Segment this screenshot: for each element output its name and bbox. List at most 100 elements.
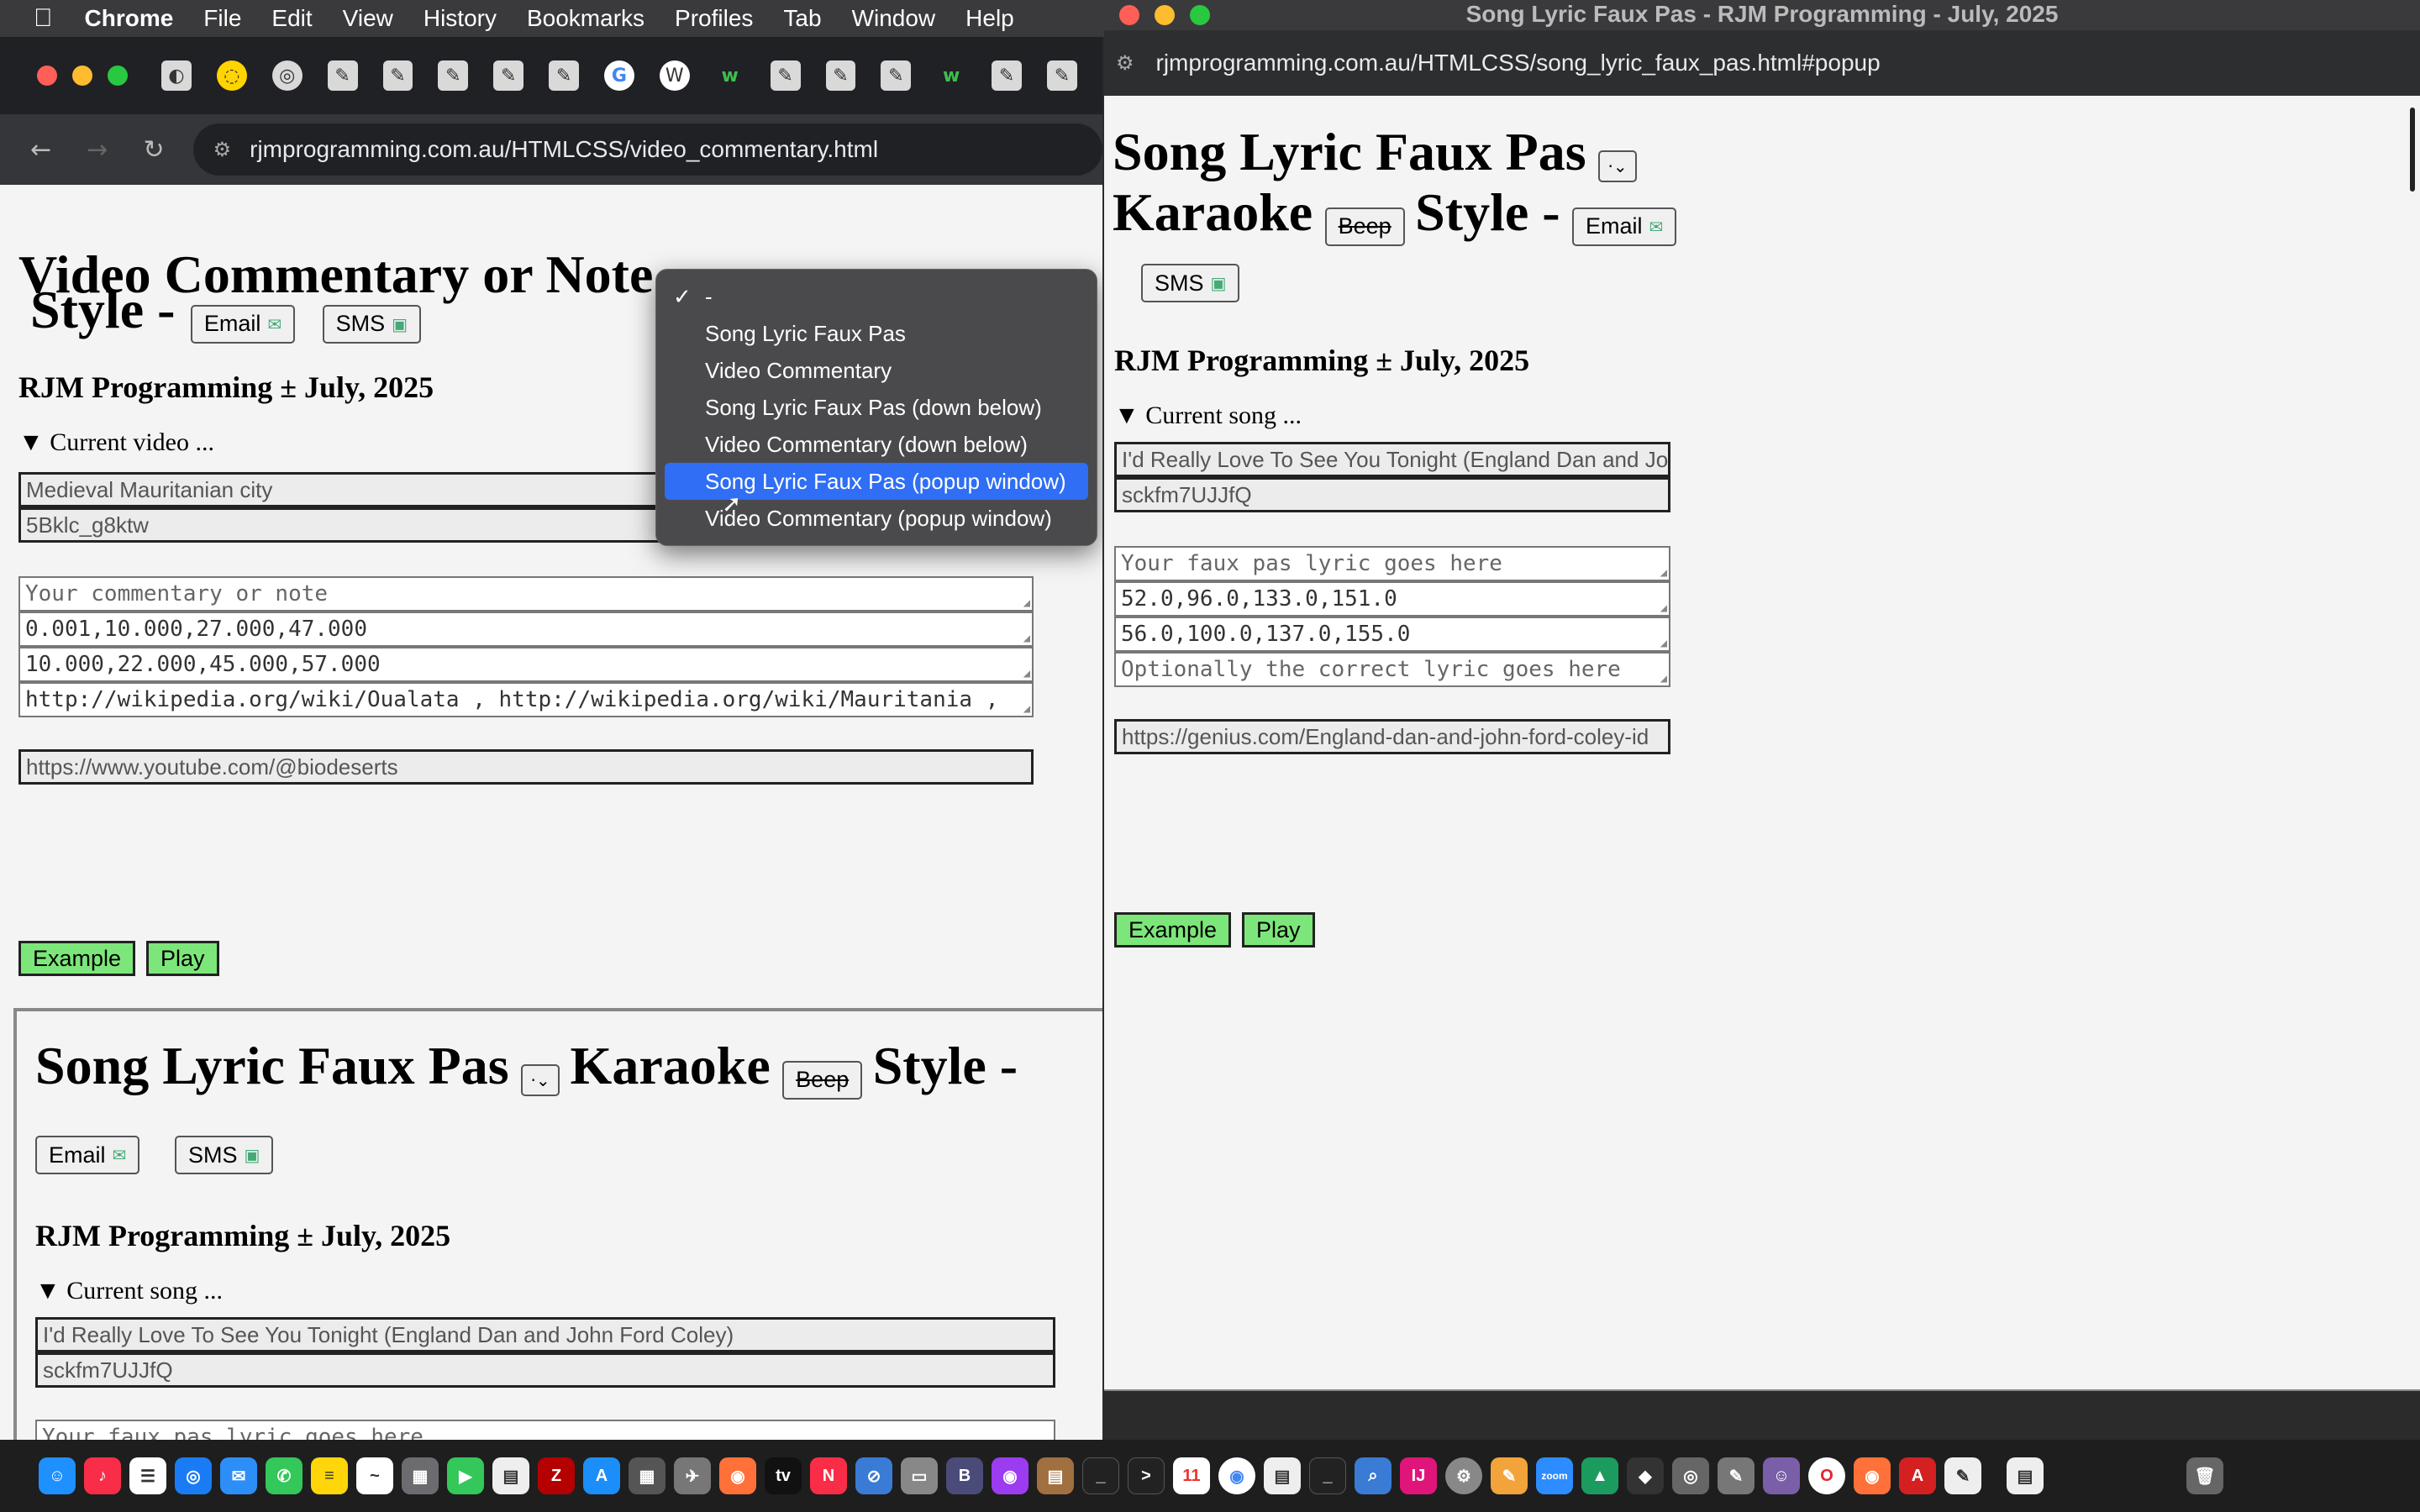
sms-button[interactable]: SMS ▣ (322, 304, 422, 344)
appletv-icon[interactable]: tv (765, 1457, 802, 1494)
close-window-button[interactable] (1119, 5, 1139, 25)
calculator-icon[interactable]: ▦ (629, 1457, 666, 1494)
tab-page-icon[interactable]: ✎ (770, 60, 801, 91)
example-button[interactable]: Example (1114, 912, 1232, 948)
inkscape-icon[interactable]: ◆ (1627, 1457, 1664, 1494)
end-times-textarea[interactable]: 56.0,100.0,137.0,155.0 ◢ (1114, 617, 1670, 652)
affinity-icon[interactable]: ▲ (1581, 1457, 1618, 1494)
beep-button[interactable]: Beep (1324, 207, 1405, 246)
start-times-textarea[interactable]: 52.0,96.0,133.0,151.0 ◢ (1114, 581, 1670, 617)
document-icon[interactable]: ▤ (1264, 1457, 1301, 1494)
messages-icon[interactable]: ✆ (266, 1457, 302, 1494)
photos-icon[interactable]: ▭ (901, 1457, 938, 1494)
trash-icon[interactable]: 🗑 (2186, 1457, 2223, 1494)
tab-wordpress-icon[interactable]: W (659, 60, 690, 91)
end-times-textarea[interactable]: 10.000,22.000,45.000,57.000 ◢ (18, 647, 1034, 682)
launchpad-icon[interactable]: ▦ (402, 1457, 439, 1494)
lyrics-url-input[interactable]: https://genius.com/England-dan-and-john-… (1114, 719, 1670, 754)
tab-page-icon[interactable]: ✎ (1047, 60, 1077, 91)
zoom-icon[interactable]: zoom (1536, 1457, 1573, 1494)
channel-url-input[interactable]: https://www.youtube.com/@biodeserts (18, 749, 1034, 785)
minimize-window-button[interactable] (72, 66, 92, 86)
tab-page-icon[interactable]: ✎ (549, 60, 579, 91)
song-id-input[interactable]: sckfm7UJJfQ (1114, 477, 1670, 512)
dropdown-option-dash[interactable]: ✓ - (665, 278, 1088, 315)
terminal-icon[interactable]: _ (1309, 1457, 1346, 1494)
chrome-icon[interactable]: ◉ (1218, 1457, 1255, 1494)
tab-page-icon[interactable]: ✎ (382, 60, 413, 91)
menu-file[interactable]: File (203, 5, 241, 32)
play-button[interactable]: Play (146, 941, 219, 976)
reminders-icon[interactable]: ☰ (129, 1457, 166, 1494)
facetime-icon[interactable]: ▶ (447, 1457, 484, 1494)
sms-button[interactable]: SMS ▣ (1141, 264, 1240, 302)
document-icon[interactable]: ▤ (492, 1457, 529, 1494)
play-button[interactable]: Play (1242, 912, 1315, 948)
mode-select[interactable]: · ⌄ (521, 1063, 560, 1096)
tab-elephant-icon[interactable]: ◎ (271, 60, 302, 91)
reload-icon[interactable]: ↻ (138, 135, 169, 165)
sms-button[interactable]: SMS ▣ (175, 1136, 274, 1174)
firefox-icon[interactable]: ◉ (719, 1457, 756, 1494)
details-toggle[interactable]: ▼ Current song ... (1114, 402, 1302, 430)
email-button[interactable]: Email ✉ (35, 1136, 140, 1174)
minimize-window-button[interactable] (1155, 5, 1175, 25)
zoom-window-button[interactable] (1190, 5, 1210, 25)
tab-w-icon[interactable]: w (936, 60, 966, 91)
address-bar[interactable]: ⚙ rjmprogramming.com.au/HTMLCSS/video_co… (192, 123, 1102, 176)
textedit-icon[interactable]: ✎ (1944, 1457, 1981, 1494)
appstore-icon[interactable]: A (583, 1457, 620, 1494)
commentary-textarea[interactable]: Your commentary or note ◢ (18, 576, 1034, 612)
mail-icon[interactable]: ✉ (220, 1457, 257, 1494)
details-toggle[interactable]: ▼ Current video ... (18, 428, 214, 457)
safari-icon[interactable]: ◎ (175, 1457, 212, 1494)
back-arrow-icon[interactable]: ← (25, 135, 56, 165)
dropdown-option-song-lyric[interactable]: Song Lyric Faux Pas (665, 315, 1088, 352)
ghost-icon[interactable]: ☺ (1763, 1457, 1800, 1494)
bbedit-icon[interactable]: B (946, 1457, 983, 1494)
terminal-icon[interactable]: _ (1082, 1457, 1119, 1494)
close-window-button[interactable] (37, 66, 57, 86)
start-times-textarea[interactable]: 0.001,10.000,27.000,47.000 ◢ (18, 612, 1034, 647)
song-title-input[interactable]: I'd Really Love To See You Tonight (Engl… (35, 1317, 1055, 1352)
links-textarea[interactable]: http://wikipedia.org/wiki/Oualata , http… (18, 682, 1034, 717)
lyric-textarea[interactable]: Your faux pas lyric goes here◢ (35, 1420, 1055, 1440)
menu-app-name[interactable]: Chrome (85, 5, 174, 32)
calendar-icon[interactable]: 11 (1173, 1457, 1210, 1494)
music-icon[interactable]: ♪ (84, 1457, 121, 1494)
forward-arrow-icon[interactable]: → (82, 135, 113, 165)
email-button[interactable]: Email ✉ (190, 304, 296, 344)
freeform-icon[interactable]: ~ (356, 1457, 393, 1494)
opera-icon[interactable]: O (1808, 1457, 1845, 1494)
lyric-textarea[interactable]: Your faux pas lyric goes here◢ (1114, 546, 1670, 581)
acrobat-icon[interactable]: A (1899, 1457, 1936, 1494)
tab-page-icon[interactable]: ✎ (881, 60, 912, 91)
intellij-icon[interactable]: IJ (1400, 1457, 1437, 1494)
mode-select[interactable]: · ⌄ (1598, 150, 1638, 182)
email-button[interactable]: Email ✉ (1572, 207, 1677, 246)
settings-icon[interactable]: ⊘ (855, 1457, 892, 1494)
dropdown-option-video-commentary-below[interactable]: Video Commentary (down below) (665, 426, 1088, 463)
firefox-icon[interactable]: ◉ (1854, 1457, 1891, 1494)
menu-bookmarks[interactable]: Bookmarks (527, 5, 644, 32)
site-info-icon[interactable]: ⚙ (1116, 51, 1134, 75)
document-icon[interactable]: ▤ (2007, 1457, 2044, 1494)
news-icon[interactable]: N (810, 1457, 847, 1494)
tab-google-icon[interactable]: G (604, 60, 634, 91)
correct-lyric-textarea[interactable]: Optionally the correct lyric goes here ◢ (1114, 652, 1670, 687)
script-icon[interactable]: ✎ (1718, 1457, 1754, 1494)
gear-icon[interactable]: ⚙ (1445, 1457, 1482, 1494)
address-bar[interactable]: ⚙ rjmprogramming.com.au/HTMLCSS/song_lyr… (1104, 30, 2420, 96)
tab-page-icon[interactable]: ✎ (992, 60, 1022, 91)
example-button[interactable]: Example (18, 941, 136, 976)
menu-view[interactable]: View (343, 5, 393, 32)
search-icon[interactable]: ⌕ (1355, 1457, 1392, 1494)
files-icon[interactable]: ▤ (1037, 1457, 1074, 1494)
finder-icon[interactable]: ☺ (39, 1457, 76, 1494)
menu-help[interactable]: Help (965, 5, 1014, 32)
scrollbar[interactable] (2410, 108, 2415, 192)
details-toggle[interactable]: ▼ Current song ... (35, 1277, 223, 1305)
menu-history[interactable]: History (424, 5, 497, 32)
site-info-icon[interactable]: ⚙ (213, 138, 232, 161)
filezilla-icon[interactable]: Z (538, 1457, 575, 1494)
